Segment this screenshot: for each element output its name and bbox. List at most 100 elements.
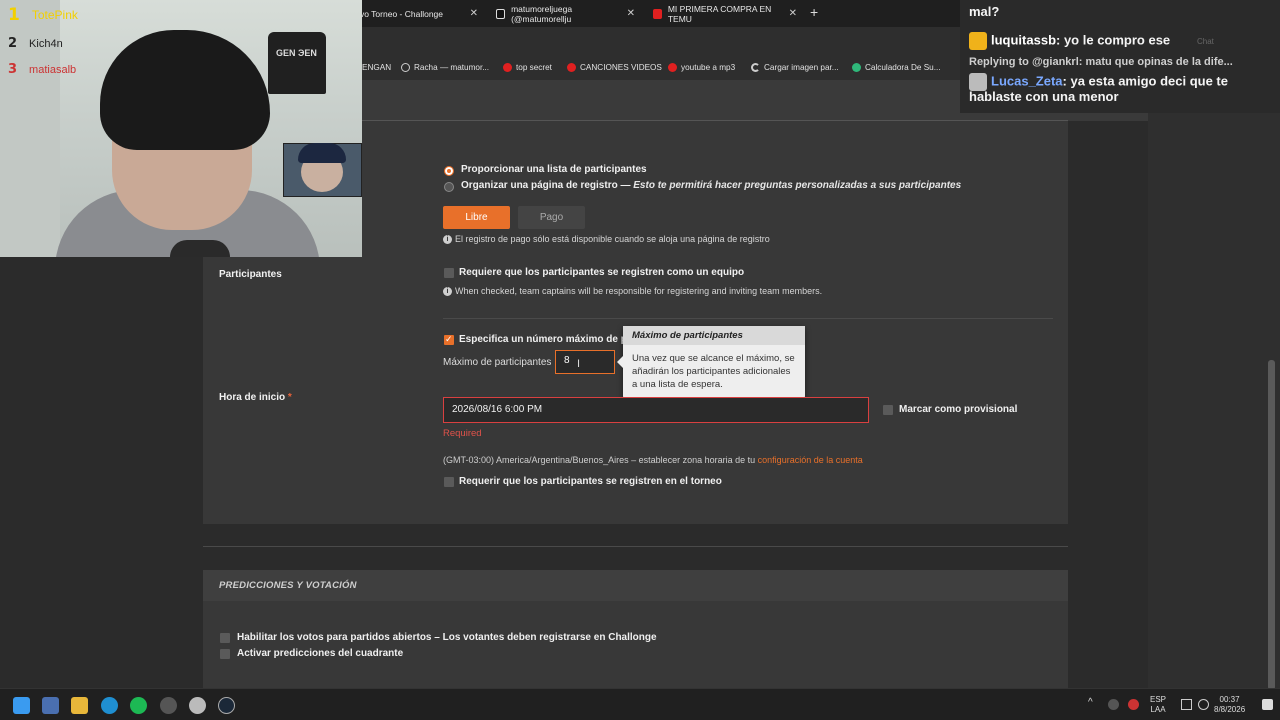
- windows-start-icon[interactable]: [13, 697, 30, 714]
- team-info: i When checked, team captains will be res…: [443, 286, 822, 296]
- edge-icon[interactable]: [101, 697, 118, 714]
- bookmark-item[interactable]: Racha — matumor...: [401, 63, 489, 72]
- leaderboard-rank: 1: [8, 5, 20, 25]
- clock[interactable]: 00:37 8/8/2026: [1214, 695, 1245, 715]
- bookmark-item[interactable]: Cargar imagen par...: [751, 63, 839, 72]
- tab-label: vo Torneo - Challonge: [360, 8, 444, 19]
- text-cursor-icon: I: [577, 358, 581, 370]
- spotify-icon[interactable]: [130, 697, 147, 714]
- chat-username: luquitassb: [991, 32, 1057, 48]
- info-icon: i: [443, 286, 452, 296]
- bookmark-label: youtube a mp3: [681, 63, 736, 72]
- chat-reply: Replying to @giankrl: matu que opinas de…: [969, 56, 1233, 68]
- bookmark-item[interactable]: ENGAN: [362, 63, 391, 72]
- bookmark-label: ENGAN: [362, 63, 392, 72]
- new-tab-icon[interactable]: +: [810, 4, 818, 20]
- globe-icon: [401, 63, 410, 72]
- account-settings-link[interactable]: configuración de la cuenta: [758, 455, 863, 465]
- free-button[interactable]: Libre: [443, 206, 510, 229]
- leaderboard-row: 3 matiasalb: [8, 62, 76, 77]
- tab-youtube[interactable]: MI PRIMERA COMPRA EN TEMU ✕: [645, 0, 805, 27]
- webcam-overlay: GEN ЭEN 1 TotePink 2 Kich4n 3 matiasalb: [0, 0, 362, 257]
- register-checkbox-label: Requerir que los participantes se regist…: [459, 476, 722, 487]
- tab-label: matumoreljuega (@matumorellju: [511, 3, 573, 24]
- volume-icon[interactable]: [1198, 699, 1209, 710]
- steam-icon[interactable]: [218, 697, 235, 714]
- radio-list-label: Proporcionar una lista de participantes: [461, 164, 647, 175]
- votes-checkbox-label: Habilitar los votos para partidos abiert…: [237, 632, 657, 643]
- radio-registration-label: Organizar una página de registro — Esto …: [461, 180, 961, 191]
- bookmark-label: Calculadora De Su...: [865, 63, 941, 72]
- bookmark-item[interactable]: top secret: [503, 63, 552, 72]
- tab-tiktok[interactable]: matumoreljuega (@matumorellju ✕: [488, 0, 643, 27]
- votes-checkbox[interactable]: [220, 633, 230, 643]
- provisional-checkbox[interactable]: [883, 405, 893, 415]
- page-gutter: [1148, 81, 1280, 688]
- max-participants-tooltip: Máximo de participantes Una vez que se a…: [617, 326, 805, 398]
- file-explorer-icon[interactable]: [71, 697, 88, 714]
- bookmark-item[interactable]: Calculadora De Su...: [852, 63, 941, 72]
- leaderboard-rank: 2: [8, 36, 18, 51]
- leaderboard-name: TotePink: [31, 8, 78, 22]
- notifications-icon[interactable]: [1262, 699, 1273, 710]
- youtube-icon: [567, 63, 576, 72]
- tab-label: MI PRIMERA COMPRA EN TEMU: [667, 3, 772, 24]
- bookmark-label: Cargar imagen par...: [764, 63, 839, 72]
- refresh-icon: [751, 63, 760, 72]
- radio-list[interactable]: [444, 166, 454, 176]
- tooltip-title: Máximo de participantes: [623, 326, 805, 345]
- radio-registration-page[interactable]: [444, 182, 454, 192]
- leaderboard-row: 1 TotePink: [8, 5, 78, 25]
- team-checkbox[interactable]: [444, 268, 454, 278]
- register-checkbox[interactable]: [444, 477, 454, 487]
- scrollbar[interactable]: [1268, 360, 1275, 690]
- youtube-icon: [668, 63, 677, 72]
- bookmark-item[interactable]: youtube a mp3: [668, 63, 735, 72]
- clock-date: 8/8/2026: [1214, 705, 1246, 714]
- close-icon[interactable]: ✕: [789, 8, 797, 19]
- start-time-text: Hora de inicio: [219, 392, 286, 403]
- predictions-checkbox[interactable]: [220, 649, 230, 659]
- taskbar: ^ ESP LAA 00:37 8/8/2026: [0, 688, 1280, 720]
- webcam-person-hair: [100, 30, 270, 150]
- leaderboard-name: matiasalb: [29, 63, 77, 76]
- youtube-icon: [503, 63, 512, 72]
- clock-time: 00:37: [1219, 695, 1240, 704]
- participants-label: Participantes: [219, 269, 282, 280]
- chat-message: : ya esta amigo deci que te: [1062, 73, 1228, 89]
- leaderboard-row: 2 Kich4n: [8, 36, 63, 51]
- radio-registration-hint: Esto te permitirá hacer preguntas person…: [633, 180, 962, 191]
- paid-info-text: El registro de pago sólo está disponible…: [455, 234, 770, 244]
- tab-challonge[interactable]: vo Torneo - Challonge ✕: [352, 0, 486, 27]
- ccleaner-icon[interactable]: [189, 697, 206, 714]
- obs-icon[interactable]: [160, 697, 177, 714]
- calculator-icon: [852, 63, 861, 72]
- bookmark-label: CANCIONES VIDEOS: [580, 63, 662, 72]
- start-time-input[interactable]: 2026/08/16 6:00 PM: [443, 397, 869, 423]
- provisional-label: Marcar como provisional: [899, 404, 1018, 415]
- paid-button[interactable]: Pago: [518, 206, 585, 229]
- bookmark-item[interactable]: CANCIONES VIDEOS: [567, 63, 662, 72]
- network-icon[interactable]: [1181, 699, 1192, 710]
- max-participants-checkbox-label: Especifica un número máximo de pa: [459, 334, 633, 345]
- reply-message: : matu que opinas de la dife...: [1078, 56, 1233, 68]
- bookmark-label: Racha — matumor...: [414, 63, 490, 72]
- leaderboard-name: Kich4n: [29, 37, 63, 50]
- store-icon[interactable]: [42, 697, 59, 714]
- team-info-text: When checked, team captains will be resp…: [455, 286, 823, 296]
- tiktok-icon: [496, 8, 506, 19]
- language-indicator[interactable]: ESP LAA: [1150, 695, 1166, 715]
- timezone-text: (GMT-03:00) America/Argentina/Buenos_Air…: [443, 455, 758, 465]
- tray-overflow-icon[interactable]: ^: [1088, 698, 1093, 708]
- close-icon[interactable]: ✕: [627, 8, 635, 19]
- info-icon: i: [443, 234, 452, 244]
- language-code: ESP: [1150, 695, 1167, 704]
- max-participants-checkbox[interactable]: [444, 334, 454, 345]
- max-participants-input[interactable]: 8: [555, 350, 615, 374]
- tray-app-icon[interactable]: [1108, 699, 1119, 710]
- webcam-inset-hair: [298, 143, 346, 163]
- chat-line: mal?: [969, 4, 1000, 19]
- close-icon[interactable]: ✕: [470, 8, 478, 19]
- youtube-icon: [653, 8, 662, 19]
- tray-app-icon[interactable]: [1128, 699, 1139, 710]
